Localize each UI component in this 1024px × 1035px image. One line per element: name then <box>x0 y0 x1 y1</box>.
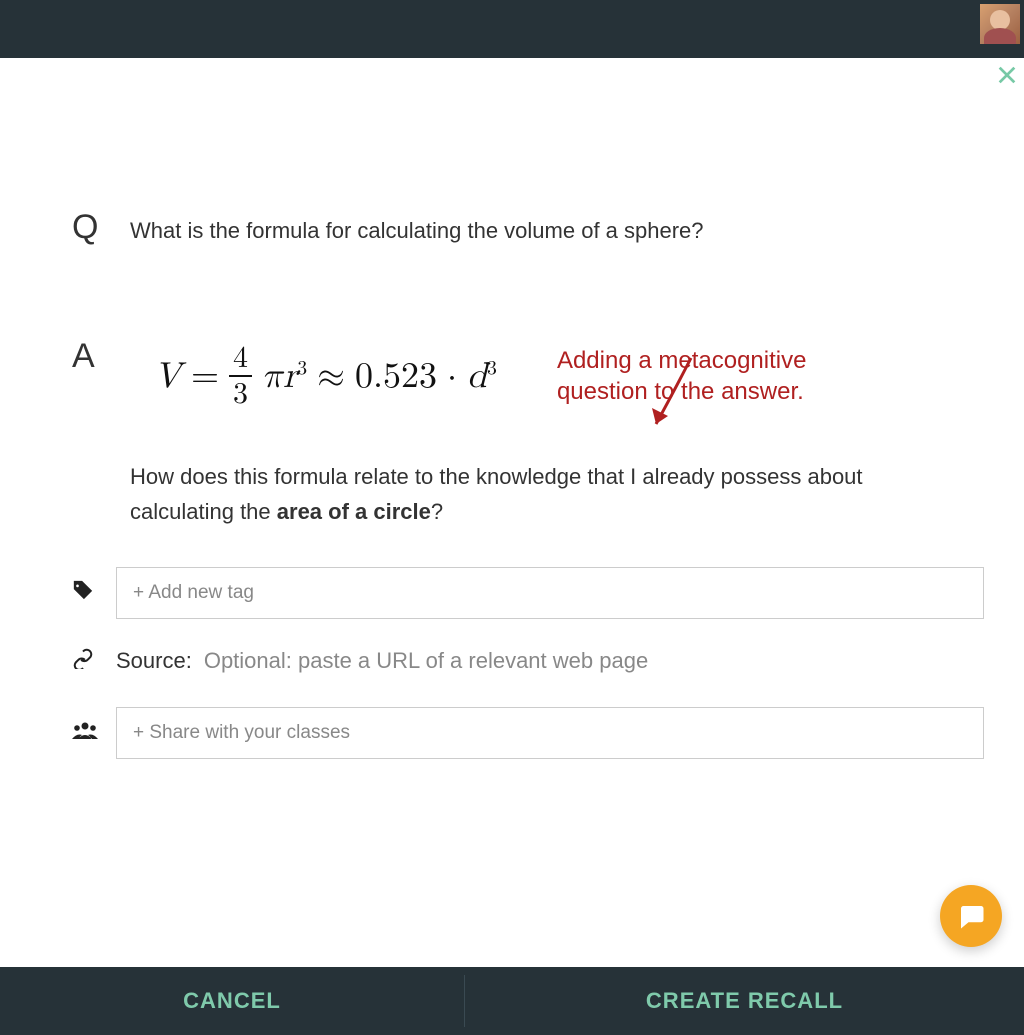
chat-fab[interactable] <box>940 885 1002 947</box>
cancel-button[interactable]: CANCEL <box>0 967 464 1035</box>
chat-icon <box>956 901 986 931</box>
create-recall-button[interactable]: CREATE RECALL <box>465 967 1024 1035</box>
topbar <box>0 0 1024 58</box>
source-label: Source: <box>116 648 192 674</box>
followup-question[interactable]: How does this formula relate to the know… <box>130 459 950 529</box>
formula: V = 43 πr3 ≈ 0.523 · d3 <box>130 343 497 409</box>
question-row: Q What is the formula for calculating th… <box>72 208 984 247</box>
share-input[interactable] <box>116 707 984 759</box>
source-input[interactable] <box>204 648 984 674</box>
annotation-text: Adding a metacognitive question to the a… <box>557 345 897 407</box>
share-row <box>72 707 984 759</box>
answer-row: A V = 43 πr3 ≈ 0.523 · d3 Adding a metac… <box>72 337 984 547</box>
question-text[interactable]: What is the formula for calculating the … <box>130 208 704 247</box>
followup-bold: area of a circle <box>277 499 431 524</box>
user-avatar[interactable] <box>980 4 1020 44</box>
tag-icon <box>72 579 116 607</box>
followup-pre: How does this formula relate to the know… <box>130 464 863 524</box>
bottombar: CANCEL CREATE RECALL <box>0 967 1024 1035</box>
source-row: Source: <box>72 647 984 675</box>
tag-input[interactable] <box>116 567 984 619</box>
answer-letter: A <box>72 337 130 376</box>
users-icon <box>72 721 116 745</box>
tag-row <box>72 567 984 619</box>
followup-post: ? <box>431 499 443 524</box>
recall-editor: Q What is the formula for calculating th… <box>0 58 1024 967</box>
link-icon <box>72 647 116 675</box>
answer-body[interactable]: V = 43 πr3 ≈ 0.523 · d3 Adding a metacog… <box>130 337 984 547</box>
question-letter: Q <box>72 208 130 247</box>
formula-wrap: V = 43 πr3 ≈ 0.523 · d3 Adding a metacog… <box>130 343 984 409</box>
